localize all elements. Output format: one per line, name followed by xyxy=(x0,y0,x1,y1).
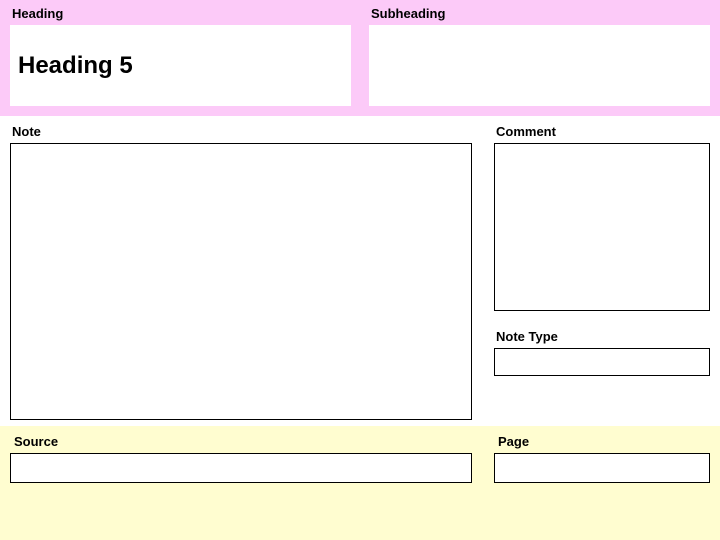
subheading-col: Subheading xyxy=(369,6,710,106)
page-label: Page xyxy=(494,434,710,449)
note-input[interactable] xyxy=(10,143,472,420)
note-label: Note xyxy=(10,124,472,139)
comment-input[interactable] xyxy=(494,143,710,311)
subheading-input[interactable] xyxy=(369,25,710,106)
subheading-label: Subheading xyxy=(369,6,710,21)
heading-label: Heading xyxy=(10,6,351,21)
source-section: Source Page xyxy=(0,426,720,540)
source-label: Source xyxy=(10,434,472,449)
note-section: Note Comment Note Type xyxy=(0,116,720,426)
comment-label: Comment xyxy=(494,124,710,139)
heading-section: Heading Subheading xyxy=(0,0,720,116)
page-col: Page xyxy=(494,434,710,530)
comment-col: Comment Note Type xyxy=(494,124,710,420)
heading-row: Heading Subheading xyxy=(10,6,710,106)
source-input[interactable] xyxy=(10,453,472,483)
notetype-label: Note Type xyxy=(494,329,710,344)
notetype-input[interactable] xyxy=(494,348,710,376)
heading-input[interactable] xyxy=(10,25,351,106)
note-col: Note xyxy=(10,124,472,420)
page-input[interactable] xyxy=(494,453,710,483)
heading-col: Heading xyxy=(10,6,351,106)
source-col: Source xyxy=(10,434,472,530)
